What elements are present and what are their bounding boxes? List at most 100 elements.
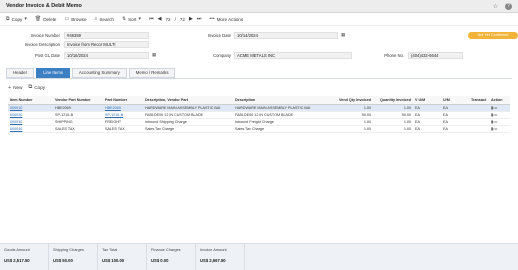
calendar-icon[interactable]: ▦ bbox=[152, 52, 156, 58]
shipping-charges-total: Shipping Charges US$ 50.00 bbox=[49, 244, 98, 270]
table-row[interactable]: 000010 HBE2069 HBE2069 HARDWARE MAIN ASS… bbox=[8, 104, 510, 112]
item-number-link[interactable]: 000030 bbox=[8, 118, 53, 126]
invoice-description-field[interactable]: Invoice from Recor MULTI bbox=[64, 41, 149, 48]
invoice-number-field[interactable]: #48359 bbox=[64, 32, 149, 39]
phone-label: Phone No. bbox=[384, 53, 404, 58]
pager-total: 72 bbox=[179, 16, 185, 22]
total-label: Tax Total bbox=[102, 247, 118, 252]
post-gl-date-field[interactable]: 10/16/2024 bbox=[64, 52, 149, 59]
copy-icon: ⧉ bbox=[6, 16, 10, 22]
part-number-cell: FREIGHT bbox=[103, 118, 143, 126]
last-page-icon[interactable]: ⏭ bbox=[197, 16, 202, 22]
new-line-button[interactable]: + New bbox=[8, 85, 22, 91]
column-header[interactable]: V U/M bbox=[413, 96, 441, 105]
next-page-icon[interactable]: ▶ bbox=[189, 16, 193, 22]
item-number-link[interactable]: 000010 bbox=[8, 104, 53, 112]
column-header[interactable]: Vendor Part Number bbox=[53, 96, 103, 105]
table-row[interactable]: 000040 SALES TAX SALES TAX Sales Tax Cha… bbox=[8, 125, 510, 133]
row-menu-icon[interactable]: ▮••• bbox=[491, 105, 497, 110]
copy-line-button[interactable]: ⧉ Copy bbox=[28, 84, 45, 91]
sort-button[interactable]: ⇅ Sort ▾ bbox=[122, 16, 141, 22]
main-toolbar: ⧉ Copy ▾ 🗑 Delete ▭ Browse ⌕ Search ⇅ So… bbox=[0, 13, 518, 26]
column-header[interactable]: Part Number bbox=[103, 96, 143, 105]
vendor-description-cell: Inbound Shipping Charge bbox=[143, 118, 233, 126]
copy-button[interactable]: ⧉ Copy ▾ bbox=[6, 16, 27, 22]
transact-cell bbox=[469, 125, 489, 133]
invoice-date-field[interactable]: 10/14/2024 bbox=[234, 32, 338, 39]
invoice-amount-total: Invoice Amount US$ 2,667.50 bbox=[196, 244, 245, 270]
tax-total: Tax Total US$ 100.00 bbox=[98, 244, 147, 270]
finance-charges-total: Finance Charges US$ 0.00 bbox=[147, 244, 196, 270]
item-number-link[interactable]: 000020 bbox=[8, 111, 53, 119]
transact-cell bbox=[469, 104, 489, 112]
chevron-down-icon: ▾ bbox=[138, 16, 142, 22]
line-items-table: Item Number Vendor Part Number Part Numb… bbox=[8, 96, 510, 133]
star-icon[interactable]: ☆ bbox=[493, 3, 498, 10]
qty-cell: 1.00 bbox=[373, 125, 413, 133]
row-actions[interactable]: ▮••• bbox=[489, 104, 510, 112]
um-cell: EA bbox=[441, 111, 469, 119]
copy-icon: ⧉ bbox=[28, 84, 33, 90]
part-number-link[interactable]: SP-1215-B bbox=[103, 111, 143, 119]
tab-line-items[interactable]: Line Items bbox=[36, 68, 70, 78]
line-items-panel: + New ⧉ Copy Item Number Vendor Part Num… bbox=[6, 82, 512, 232]
invoice-date-label: Invoice Date bbox=[207, 33, 231, 38]
vum-cell: EA bbox=[413, 104, 441, 112]
tab-header[interactable]: Header bbox=[6, 68, 35, 78]
pager-current: 72 bbox=[165, 16, 171, 22]
line-items-toolbar: + New ⧉ Copy bbox=[6, 82, 512, 93]
vend-qty-cell: 1.00 bbox=[333, 104, 373, 112]
help-icon[interactable]: ? bbox=[505, 2, 512, 10]
table-header-row: Item Number Vendor Part Number Part Numb… bbox=[8, 96, 510, 105]
more-actions-label: More Actions bbox=[216, 16, 244, 22]
tab-memo-remarks[interactable]: Memo / Remarks bbox=[128, 68, 176, 78]
vendor-part-cell: HBE2069 bbox=[53, 104, 103, 112]
total-label: Finance Charges bbox=[151, 247, 181, 252]
column-header[interactable]: Transact bbox=[469, 96, 489, 105]
vendor-description-cell: HARDWARE MAIN ASSEMBLY PLASTIC BAI bbox=[143, 104, 233, 112]
more-actions-button[interactable]: ••• More Actions bbox=[209, 16, 243, 22]
row-menu-icon[interactable]: ▮••• bbox=[491, 119, 497, 124]
row-menu-icon[interactable]: ▮••• bbox=[491, 112, 497, 117]
vendor-description-cell: FABLDE06 12 IN CUSTOM BLADE bbox=[143, 111, 233, 119]
column-header[interactable]: Action bbox=[489, 96, 510, 105]
row-actions[interactable]: ▮••• bbox=[489, 125, 510, 133]
table-row[interactable]: 000020 SP-1215-B SP-1215-B FABLDE06 12 I… bbox=[8, 111, 510, 119]
table-row[interactable]: 000030 SHIPPING FREIGHT Inbound Shipping… bbox=[8, 118, 510, 126]
company-field: ACME METALS INC bbox=[234, 52, 352, 59]
description-cell: Sales Tax Charge bbox=[233, 125, 333, 133]
prev-page-icon[interactable]: ◀ bbox=[158, 16, 162, 22]
tab-accounting-summary[interactable]: Accounting Summary bbox=[71, 68, 127, 78]
first-page-icon[interactable]: ⏮ bbox=[149, 16, 154, 22]
vum-cell: EA bbox=[413, 111, 441, 119]
column-header[interactable]: Item Number bbox=[8, 96, 53, 105]
column-header[interactable]: Quantity Invoiced bbox=[373, 96, 413, 105]
search-button[interactable]: ⌕ Search bbox=[95, 16, 114, 22]
goods-amount-total: Goods Amount US$ 2,517.50 bbox=[0, 244, 49, 270]
delete-button[interactable]: 🗑 Delete bbox=[35, 16, 57, 22]
column-header[interactable]: Description bbox=[233, 96, 333, 105]
item-number-link[interactable]: 000040 bbox=[8, 125, 53, 133]
column-header[interactable]: Description, Vendor Part bbox=[143, 96, 233, 105]
post-gl-date-label: Post GL Date bbox=[35, 53, 60, 58]
row-actions[interactable]: ▮••• bbox=[489, 111, 510, 119]
invoice-description-label: Invoice Description bbox=[24, 42, 60, 47]
record-pager: ⏮ ◀ 72 / 72 ▶ ⏭ bbox=[149, 16, 201, 22]
description-cell: FABLDE06 12 IN CUSTOM BLADE bbox=[233, 111, 333, 119]
part-number-link[interactable]: HBE2069 bbox=[103, 104, 143, 112]
sort-icon: ⇅ bbox=[121, 16, 127, 22]
row-menu-icon[interactable]: ▮••• bbox=[491, 126, 497, 131]
total-value: US$ 2,667.50 bbox=[200, 258, 226, 263]
transact-cell bbox=[469, 111, 489, 119]
column-header[interactable]: Vend Qty Invoiced bbox=[333, 96, 373, 105]
row-actions[interactable]: ▮••• bbox=[489, 118, 510, 126]
vendor-part-cell: SP-1215-B bbox=[53, 111, 103, 119]
new-line-label: New bbox=[13, 85, 23, 90]
calendar-icon[interactable]: ▦ bbox=[341, 32, 345, 38]
description-cell: Inbound Freight Charge bbox=[233, 118, 333, 126]
column-header[interactable]: U/M bbox=[441, 96, 469, 105]
window-title: Vendor Invoice & Debit Memo bbox=[6, 3, 82, 9]
browse-button[interactable]: ▭ Browse bbox=[64, 16, 86, 22]
new-icon: + bbox=[8, 84, 12, 91]
company-label: Company bbox=[213, 53, 231, 58]
